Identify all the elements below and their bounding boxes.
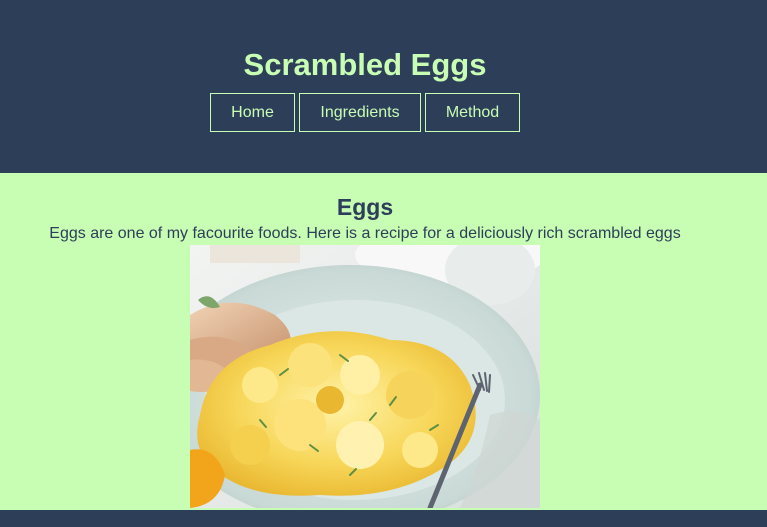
intro-text: Eggs are one of my facourite foods. Here… [49,225,681,242]
main-content: Eggs Eggs are one of my facourite foods.… [0,173,767,510]
scrambled-eggs-photo [190,245,540,508]
nav-home-button[interactable]: Home [210,93,295,132]
nav-ingredients-button[interactable]: Ingredients [299,93,421,132]
site-header: Scrambled Eggs Home Ingredients Method [0,0,767,173]
site-title: Scrambled Eggs [243,47,487,82]
main-nav: Home Ingredients Method [210,93,520,132]
section-heading: Eggs [336,194,394,220]
site-footer [0,510,767,527]
nav-method-button[interactable]: Method [425,93,520,132]
